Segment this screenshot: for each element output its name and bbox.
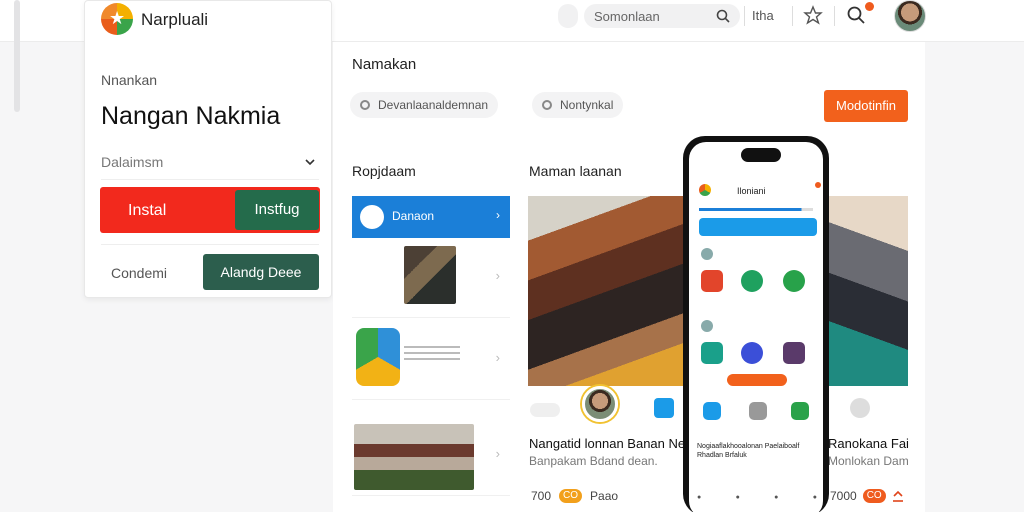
chevron-down-icon — [305, 159, 315, 166]
hero-image[interactable] — [528, 196, 688, 386]
nav-dot-icon[interactable]: ● — [813, 494, 817, 501]
nav-icon[interactable] — [791, 402, 809, 420]
phone-screen: Iloniani Nogiaaflakhooalonan Paelaiboalf… — [689, 142, 823, 512]
star-icon[interactable] — [803, 5, 823, 25]
meta-count: 700 — [531, 489, 552, 503]
section-heading: Namakan — [352, 56, 417, 73]
like-icon[interactable] — [850, 398, 870, 418]
search-icon — [360, 100, 370, 110]
phone-title: Iloniani — [737, 186, 766, 196]
divider — [101, 244, 319, 245]
install-option-button[interactable]: Instfug — [235, 190, 319, 230]
page-indicator — [530, 403, 560, 417]
nav-icon[interactable] — [703, 402, 721, 420]
divider — [101, 179, 319, 180]
app-icon[interactable] — [783, 342, 805, 364]
card-title[interactable]: Ranokana Fai — [828, 436, 909, 451]
card-label: Nnankan — [101, 72, 158, 88]
status-badge: CO — [862, 489, 886, 503]
phone-search-bar[interactable] — [699, 218, 817, 236]
list-item[interactable] — [701, 320, 813, 334]
hero-image[interactable] — [826, 196, 908, 386]
phone-body-text: Nogiaaflakhooalonan Paelaiboalf Rhadlan … — [697, 443, 800, 459]
star-icon: ★ — [109, 8, 126, 28]
section-title: Maman laanan — [529, 163, 622, 179]
app-logo-icon — [699, 184, 711, 196]
chip-label: Devanlaanaldemnan — [378, 98, 489, 112]
divider — [744, 6, 745, 26]
filter-pill[interactable] — [558, 4, 578, 28]
primary-dark-button[interactable]: Alandg Deee — [203, 254, 319, 290]
phone-cta-button[interactable] — [727, 374, 787, 386]
circle-icon — [542, 100, 552, 110]
install-label: Instal — [128, 202, 167, 219]
section-title: Ropjdaam — [352, 163, 416, 179]
avatar — [701, 320, 713, 332]
chevron-right-icon: › — [495, 446, 500, 461]
app-icon[interactable] — [783, 270, 805, 292]
list-item[interactable]: › — [352, 322, 510, 400]
share-icon[interactable] — [654, 398, 674, 418]
list-item[interactable]: › — [352, 418, 510, 496]
chevron-right-icon: › — [495, 350, 500, 365]
nav-icon[interactable] — [749, 402, 767, 420]
search-input[interactable]: Somonlaan — [584, 4, 740, 28]
card-meta: 7000 CO — [830, 489, 904, 503]
thumbnail — [354, 424, 474, 490]
app-icon[interactable] — [741, 270, 763, 292]
search-icon[interactable] — [846, 5, 866, 25]
chevron-right-icon: › — [495, 268, 500, 283]
list-item-active[interactable]: Danaon › — [352, 196, 510, 238]
app-icon[interactable] — [701, 270, 723, 292]
avatar — [701, 248, 713, 260]
scrollbar[interactable] — [14, 0, 20, 112]
nav-dot-icon[interactable]: ● — [736, 494, 740, 501]
card-subtitle: Monlokan Dam — [828, 454, 909, 468]
nav-dot-icon[interactable]: ● — [774, 494, 778, 501]
list-item-label: Danaon — [392, 209, 435, 223]
filter-chip[interactable]: Devanlaanaldemnan — [350, 92, 499, 118]
tab-indicator — [699, 208, 813, 211]
nav-dot-icon[interactable]: ● — [697, 494, 701, 501]
meta-text: Paao — [590, 489, 619, 503]
phone-notch — [741, 148, 781, 162]
upload-icon[interactable] — [892, 490, 904, 502]
phone-bottom-nav[interactable]: ● ● ● ● — [697, 494, 817, 501]
placeholder-lines — [404, 346, 460, 360]
avatar — [360, 205, 384, 229]
dropdown-value: Dalaimsm — [101, 154, 164, 170]
card-subtitle: Banpakam Bdand dean. — [529, 454, 658, 468]
brand-name: Narpluali — [141, 10, 209, 29]
thumbnail — [404, 246, 456, 304]
version-dropdown[interactable]: Dalaimsm — [101, 154, 319, 170]
card-meta: 700 CO Paao — [531, 489, 618, 503]
action-button[interactable]: Modotinfin — [824, 90, 908, 122]
status-badge: CO — [559, 489, 583, 503]
divider — [792, 6, 793, 26]
avatar[interactable] — [582, 386, 618, 422]
phone-mockup: Iloniani Nogiaaflakhooalonan Paelaiboalf… — [683, 136, 829, 512]
app-detail-card: ★ Narpluali Nnankan Nangan Nakmia Dalaim… — [84, 0, 332, 298]
notification-badge — [865, 2, 874, 11]
meta-count: 7000 — [830, 489, 857, 503]
search-icon — [716, 9, 730, 23]
secondary-button[interactable]: Condemi — [111, 265, 167, 281]
filter-chip[interactable]: Nontynkal — [532, 92, 624, 118]
play-icon[interactable] — [741, 342, 763, 364]
app-icon — [356, 328, 400, 386]
card-title[interactable]: Nangatid lonnan Banan Ne — [529, 436, 685, 451]
chip-label: Nontynkal — [560, 98, 614, 112]
app-icon[interactable] — [701, 342, 723, 364]
chevron-right-icon: › — [496, 208, 500, 222]
top-link[interactable]: Itha — [752, 8, 774, 23]
search-placeholder: Somonlaan — [594, 8, 660, 24]
list-item[interactable]: › — [352, 240, 510, 318]
list-item[interactable] — [701, 248, 813, 262]
page-title: Nangan Nakmia — [101, 102, 281, 130]
divider — [834, 6, 835, 26]
avatar[interactable] — [894, 0, 926, 32]
notification-badge — [815, 182, 821, 188]
